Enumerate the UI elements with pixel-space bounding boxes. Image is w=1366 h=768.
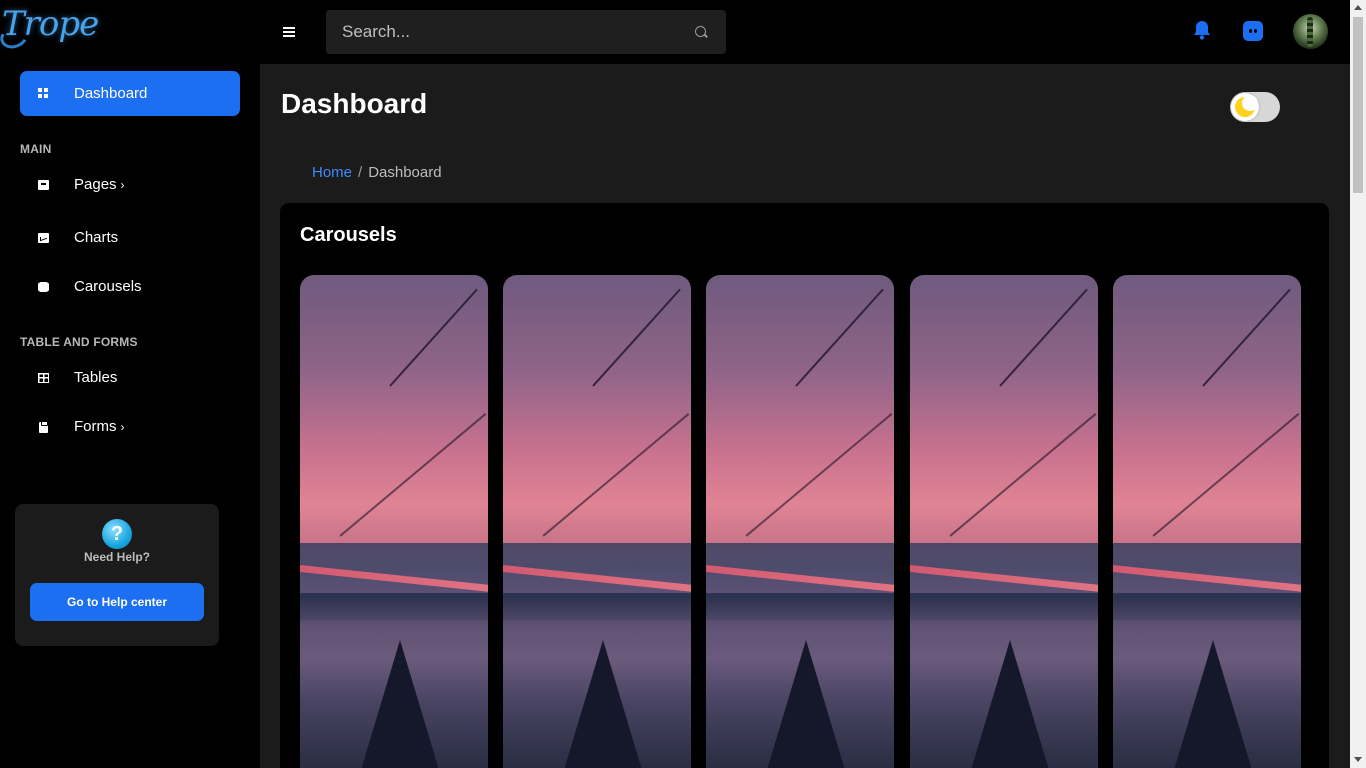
page-title: Dashboard: [281, 88, 428, 119]
sidebar: Trope Dashboard MAIN Pages › Charts Carou…: [0, 0, 260, 768]
sidebar-item-label: Charts: [74, 229, 119, 246]
top-bar: [260, 0, 1350, 64]
sidebar-item-label: Pages: [74, 176, 117, 193]
sidebar-item-dashboard[interactable]: Dashboard: [20, 71, 240, 116]
sidebar-item-carousels[interactable]: Carousels: [20, 269, 240, 305]
inbox-icon: [38, 180, 49, 190]
sidebar-item-label: Forms: [74, 418, 117, 435]
avatar[interactable]: [1293, 14, 1328, 49]
carousel-slide[interactable]: [1113, 275, 1301, 768]
search-box: [326, 10, 726, 54]
clipboard-icon: [39, 421, 48, 433]
scrollbar-thumb[interactable]: [1353, 17, 1363, 193]
brand-logo[interactable]: Trope: [0, 0, 99, 56]
breadcrumb-home-link[interactable]: Home: [312, 164, 352, 181]
discord-icon[interactable]: [1243, 21, 1263, 41]
breadcrumb-current: Dashboard: [368, 164, 442, 181]
carousel-slide[interactable]: [706, 275, 894, 768]
help-card: ? Need Help? Go to Help center: [15, 504, 219, 646]
sidebar-item-pages[interactable]: Pages ›: [20, 167, 240, 203]
dark-mode-toggle[interactable]: [1230, 92, 1280, 122]
bell-icon[interactable]: [1193, 20, 1211, 40]
chart-icon: [38, 233, 49, 243]
sidebar-item-charts[interactable]: Charts: [20, 220, 240, 256]
logo-text: Trope: [2, 4, 99, 44]
card-title: Carousels: [300, 224, 397, 246]
sidebar-item-label: Dashboard: [74, 85, 148, 102]
search-icon[interactable]: [695, 26, 706, 37]
carousel-slide[interactable]: [503, 275, 691, 768]
help-title: Need Help?: [83, 550, 150, 564]
question-icon: ?: [102, 519, 132, 549]
dashboard-icon: [38, 88, 49, 98]
carousels-card: Carousels: [280, 203, 1329, 768]
sidebar-item-tables[interactable]: Tables: [20, 360, 240, 396]
carousel-icon: [39, 282, 48, 292]
sidebar-item-forms[interactable]: Forms ›: [20, 409, 240, 445]
search-input[interactable]: [326, 10, 676, 54]
page-scrollbar[interactable]: [1350, 0, 1366, 768]
menu-icon[interactable]: [283, 27, 295, 37]
moon-icon: [1235, 95, 1258, 117]
breadcrumb: Home / Dashboard: [312, 164, 442, 181]
breadcrumb-separator: /: [358, 164, 363, 181]
chevron-right-icon: ›: [120, 178, 125, 192]
scroll-up-arrow-icon[interactable]: [1354, 5, 1362, 10]
section-title-table-and-forms: TABLE AND FORMS: [20, 335, 138, 349]
sidebar-item-label: Tables: [74, 369, 118, 386]
carousel-slide[interactable]: [910, 275, 1098, 768]
toggle-knob: [1231, 93, 1259, 121]
scroll-down-arrow-icon[interactable]: [1354, 757, 1362, 762]
sidebar-item-label: Carousels: [74, 278, 142, 295]
help-center-button[interactable]: Go to Help center: [30, 583, 204, 621]
section-title-main: MAIN: [20, 142, 52, 156]
table-icon: [38, 373, 49, 383]
chevron-right-icon: ›: [120, 420, 125, 434]
carousel-slide[interactable]: [300, 275, 488, 768]
